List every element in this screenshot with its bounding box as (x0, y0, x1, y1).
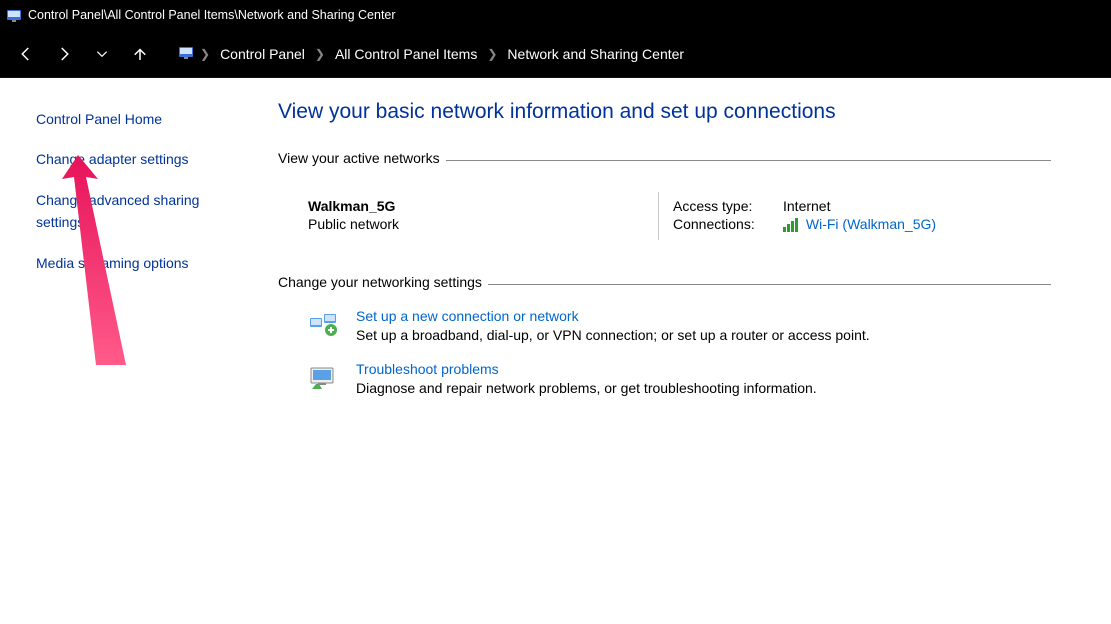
connection-link[interactable]: Wi-Fi (Walkman_5G) (806, 216, 936, 232)
page-heading: View your basic network information and … (278, 100, 1051, 124)
active-networks-panel: Walkman_5G Public network Access type: I… (278, 184, 1051, 274)
recent-locations-dropdown[interactable] (86, 38, 118, 70)
control-panel-icon (178, 44, 194, 63)
sidebar-control-panel-home[interactable]: Control Panel Home (36, 108, 236, 130)
breadcrumb-control-panel[interactable]: Control Panel (214, 42, 311, 66)
sidebar-change-advanced-sharing[interactable]: Change advanced sharing settings (36, 189, 206, 234)
task-setup-connection-desc: Set up a broadband, dial-up, or VPN conn… (356, 327, 870, 343)
forward-button[interactable] (48, 38, 80, 70)
back-button[interactable] (10, 38, 42, 70)
active-networks-label: View your active networks (278, 150, 440, 166)
address-bar[interactable]: ❯ Control Panel ❯ All Control Panel Item… (172, 37, 1101, 71)
chevron-right-icon: ❯ (315, 47, 325, 61)
divider (446, 160, 1051, 161)
divider (488, 284, 1051, 285)
up-button[interactable] (124, 38, 156, 70)
breadcrumb-all-items[interactable]: All Control Panel Items (329, 42, 483, 66)
access-type-value: Internet (783, 198, 830, 214)
network-ssid: Walkman_5G (308, 198, 658, 214)
access-type-label: Access type: (673, 198, 783, 214)
connections-label: Connections: (673, 216, 783, 232)
chevron-right-icon: ❯ (487, 47, 497, 61)
troubleshoot-icon (308, 361, 340, 393)
chevron-right-icon: ❯ (200, 47, 210, 61)
task-troubleshoot-link[interactable]: Troubleshoot problems (356, 361, 817, 377)
main-content: View your basic network information and … (250, 78, 1111, 624)
navigation-bar: ❯ Control Panel ❯ All Control Panel Item… (0, 30, 1111, 78)
task-setup-connection: Set up a new connection or network Set u… (308, 308, 1051, 343)
sidebar-change-adapter-settings[interactable]: Change adapter settings (36, 148, 236, 170)
vertical-divider (658, 192, 659, 240)
sidebar-media-streaming-options[interactable]: Media streaming options (36, 252, 236, 274)
sidebar: Control Panel Home Change adapter settin… (0, 78, 250, 624)
breadcrumb-network-sharing[interactable]: Network and Sharing Center (501, 42, 690, 66)
setup-connection-icon (308, 308, 340, 340)
task-setup-connection-link[interactable]: Set up a new connection or network (356, 308, 870, 324)
window-title-text: Control Panel\All Control Panel Items\Ne… (28, 8, 396, 22)
network-type: Public network (308, 216, 658, 232)
window-titlebar: Control Panel\All Control Panel Items\Ne… (0, 0, 1111, 30)
wifi-signal-icon (783, 218, 798, 232)
change-settings-label: Change your networking settings (278, 274, 482, 290)
task-troubleshoot-desc: Diagnose and repair network problems, or… (356, 380, 817, 396)
control-panel-icon (6, 7, 22, 23)
task-troubleshoot: Troubleshoot problems Diagnose and repai… (308, 361, 1051, 396)
